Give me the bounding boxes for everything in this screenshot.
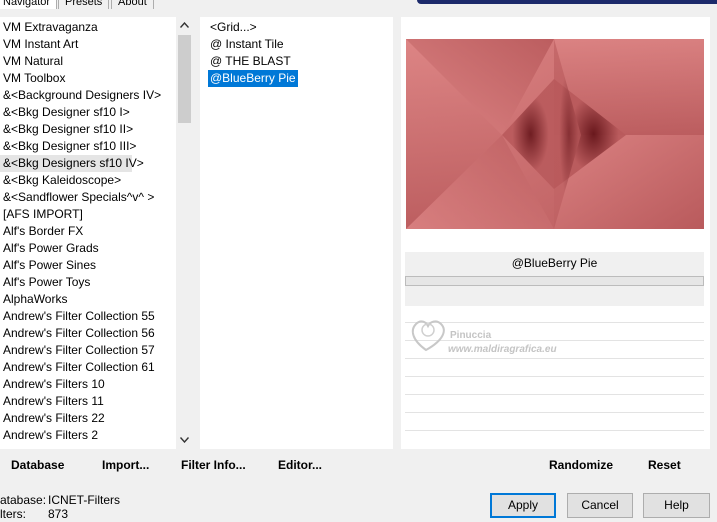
watermark: Pinuccia www.maldiragrafica.eu — [411, 320, 557, 355]
param-separator — [405, 394, 704, 395]
filter-list-item[interactable]: Andrew's Filters 10 — [0, 376, 105, 393]
param-separator — [405, 430, 704, 431]
scrollbar-thumb[interactable] — [178, 35, 191, 123]
cancel-button[interactable]: Cancel — [567, 493, 633, 518]
effect-list[interactable]: <Grid...> @ Instant Tile @ THE BLAST @BlueB… — [200, 17, 393, 449]
filter-list-item[interactable]: Alf's Power Grads — [0, 240, 99, 257]
filter-list-item[interactable]: &<Background Designers IV> — [0, 87, 161, 104]
filters-count-label: lters: — [0, 507, 27, 521]
filter-list-item[interactable]: Andrew's Filter Collection 61 — [0, 359, 155, 376]
effect-list-item[interactable]: @ THE BLAST — [208, 53, 293, 70]
filters-count-value: 873 — [48, 507, 69, 521]
apply-button[interactable]: Apply — [490, 493, 556, 518]
filter-list-item[interactable]: &<Bkg Designer sf10 II> — [0, 121, 133, 138]
effect-preview-image — [406, 39, 704, 229]
filter-list-item[interactable]: VM Natural — [0, 53, 63, 70]
filter-list-item[interactable]: Andrew's Filter Collection 57 — [0, 342, 155, 359]
filter-category-list[interactable]: VM Extravaganza VM Instant Art VM Natural V… — [0, 17, 193, 449]
effect-list-item[interactable]: <Grid...> — [208, 19, 259, 36]
effect-list-item[interactable]: @ Instant Tile — [208, 36, 286, 53]
filter-list-item[interactable]: &<Bkg Designers sf10 IV> — [0, 155, 144, 172]
filter-list-item[interactable]: &<Sandflower Specials^v^ > — [0, 189, 154, 206]
param-separator — [405, 412, 704, 413]
filter-list-item[interactable]: Andrew's Filter Collection 56 — [0, 325, 155, 342]
param-separator — [405, 376, 704, 377]
filter-list-item[interactable]: &<Bkg Kaleidoscope> — [0, 172, 121, 189]
filter-list-item[interactable]: Andrew's Filters 22 — [0, 410, 105, 427]
filter-list-scrollbar[interactable] — [176, 17, 193, 449]
filter-list-item[interactable]: &<Bkg Designer sf10 III> — [0, 138, 136, 155]
filter-list-item[interactable]: Andrew's Filters 2 — [0, 427, 98, 444]
effect-list-item[interactable]: @BlueBerry Pie — [208, 70, 298, 87]
filter-list-item[interactable]: AlphaWorks — [0, 291, 67, 308]
param-separator — [405, 358, 704, 359]
chevron-down-icon[interactable] — [176, 432, 193, 449]
tab-presets[interactable]: Presets — [58, 0, 110, 9]
progress-bar — [405, 276, 704, 286]
filter-list-item[interactable]: VM Toolbox — [0, 70, 65, 87]
database-value: ICNET-Filters — [48, 493, 120, 507]
tab-navigator[interactable]: Navigator — [0, 0, 58, 9]
filter-list-item[interactable]: Andrew's Filters 11 — [0, 393, 104, 410]
database-label: atabase: — [0, 493, 47, 507]
title-bar-accent — [417, 0, 717, 4]
filter-list-item[interactable]: VM Extravaganza — [0, 19, 98, 36]
tab-about[interactable]: About — [111, 0, 154, 9]
reset-button[interactable]: Reset — [648, 457, 681, 473]
filter-list-item[interactable]: Alf's Power Toys — [0, 274, 90, 291]
tab-strip: Navigator Presets About — [0, 0, 717, 10]
filter-list-item[interactable]: Andrew's Filter Collection 55 — [0, 308, 155, 325]
chevron-up-icon[interactable] — [176, 17, 193, 34]
filter-list-item[interactable]: Alf's Border FX — [0, 223, 83, 240]
effect-name-label: @BlueBerry Pie — [511, 256, 598, 270]
editor-button[interactable]: Editor... — [278, 457, 322, 473]
heart-icon — [411, 320, 445, 352]
filter-list-item[interactable]: &<Bkg Designer sf10 I> — [0, 104, 130, 121]
effect-name-box: @BlueBerry Pie — [405, 252, 704, 306]
watermark-line2: www.maldiragrafica.eu — [448, 344, 557, 355]
filter-list-item[interactable]: VM Instant Art — [0, 36, 78, 53]
help-button[interactable]: Help — [643, 493, 710, 518]
watermark-line1: Pinuccia — [450, 330, 492, 341]
filter-list-item[interactable]: Alf's Power Sines — [0, 257, 96, 274]
filter-info-button[interactable]: Filter Info... — [181, 457, 246, 473]
database-button[interactable]: Database — [11, 457, 64, 473]
filter-list-item[interactable]: [AFS IMPORT] — [0, 206, 83, 223]
import-button[interactable]: Import... — [102, 457, 149, 473]
randomize-button[interactable]: Randomize — [549, 457, 613, 473]
